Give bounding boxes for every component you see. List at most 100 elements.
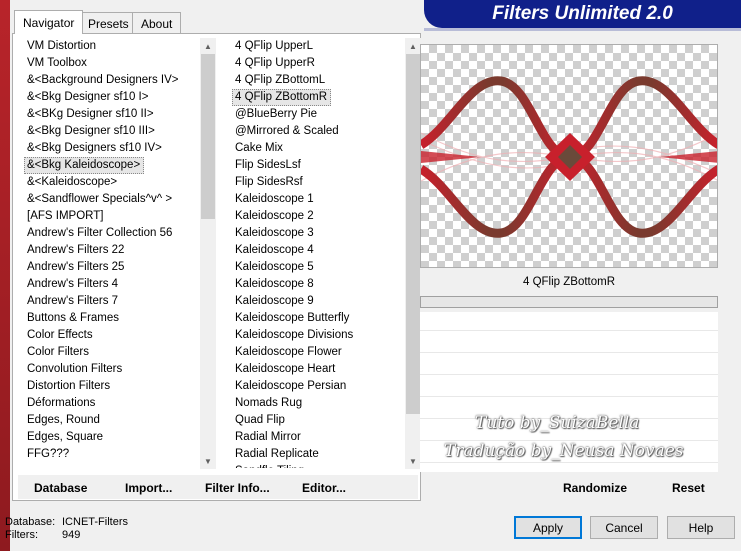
filter-list-item[interactable]: @BlueBerry Pie [232, 106, 404, 123]
filter-list-item[interactable]: Kaleidoscope 2 [232, 208, 404, 225]
window-title: Filters Unlimited 2.0 [492, 3, 673, 24]
category-list-item[interactable]: &<Sandflower Specials^v^ > [24, 191, 199, 208]
database-status-value: ICNET-Filters [62, 516, 128, 528]
category-list-item[interactable]: &<Bkg Designers sf10 IV> [24, 140, 199, 157]
category-list-item[interactable]: &<Bkg Designer sf10 III> [24, 123, 199, 140]
filter-list-item[interactable]: Radial Replicate [232, 446, 404, 463]
randomize-bar: Randomize Reset [420, 475, 730, 499]
category-list-item[interactable]: &<Bkg Designer sf10 I> [24, 89, 199, 106]
category-list-item[interactable]: Color Effects [24, 327, 199, 344]
help-button-label: Help [688, 520, 714, 535]
filters-status-label: Filters: [5, 529, 38, 541]
filter-info-button[interactable]: Filter Info... [205, 481, 270, 495]
filter-scroll-thumb[interactable] [406, 54, 420, 414]
preview-image [421, 76, 717, 238]
category-list[interactable]: VM Distortion VM Toolbox &<Background Desi… [24, 38, 199, 468]
category-list-item[interactable]: Color Filters [24, 344, 199, 361]
category-list-item[interactable]: &<BKg Designer sf10 II> [24, 106, 199, 123]
category-list-item[interactable]: Edges, Round [24, 412, 199, 429]
tab-about[interactable]: About [132, 12, 182, 34]
filter-list-item[interactable]: Kaleidoscope Flower [232, 344, 404, 361]
category-list-item[interactable]: Buttons & Frames [24, 310, 199, 327]
category-list-item[interactable]: Andrew's Filters 7 [24, 293, 199, 310]
filter-list-item[interactable]: 4 QFlip UpperL [232, 38, 404, 55]
divider [420, 396, 718, 397]
apply-button-label: Apply [532, 520, 564, 535]
reset-button[interactable]: Reset [672, 481, 705, 495]
filter-list-item[interactable]: Radial Mirror [232, 429, 404, 446]
scroll-up-icon[interactable]: ▲ [200, 38, 216, 54]
category-list-item[interactable]: &<Background Designers IV> [24, 72, 199, 89]
scroll-up-icon[interactable]: ▲ [405, 38, 421, 54]
progress-bar [420, 296, 718, 308]
filter-list-item[interactable]: Kaleidoscope Heart [232, 361, 404, 378]
filter-list-item[interactable]: Sandflo Tiling [232, 463, 404, 468]
category-list-item[interactable]: &<Bkg Kaleidoscope> [24, 157, 145, 174]
category-list-item[interactable]: Distortion Filters [24, 378, 199, 395]
help-button[interactable]: Help [667, 516, 735, 539]
category-list-item[interactable]: Andrew's Filter Collection 56 [24, 225, 199, 242]
navigator-button-bar: Database Import... Filter Info... Editor… [18, 475, 418, 499]
parameter-area: Tuto by_SuizaBella Tradução by_Neusa Nov… [420, 312, 718, 472]
watermark-line-1: Tuto by_SuizaBella [475, 413, 640, 433]
filter-list-item[interactable]: Kaleidoscope 5 [232, 259, 404, 276]
banner-shadow [424, 28, 741, 31]
filter-list-item[interactable]: Kaleidoscope 8 [232, 276, 404, 293]
filter-list-item[interactable]: 4 QFlip ZBottomL [232, 72, 404, 89]
cancel-button-label: Cancel [605, 520, 643, 535]
filter-list-item[interactable]: @Mirrored & Scaled [232, 123, 404, 140]
category-list-item[interactable]: VM Distortion [24, 38, 199, 55]
editor-button-label: Editor... [302, 481, 347, 495]
filter-list-item[interactable]: Kaleidoscope 4 [232, 242, 404, 259]
category-list-item[interactable]: Déformations [24, 395, 199, 412]
editor-button[interactable]: Editor... [302, 481, 346, 495]
category-list-item[interactable]: FFG??? [24, 446, 199, 463]
tab-navigator[interactable]: Navigator [14, 10, 84, 34]
filter-list-item[interactable]: Quad Flip [232, 412, 404, 429]
category-list-item[interactable]: Andrew's Filters 4 [24, 276, 199, 293]
filter-list-item[interactable]: Kaleidoscope Divisions [232, 327, 404, 344]
title-banner: Filters Unlimited 2.0 [424, 0, 741, 28]
category-scroll-thumb[interactable] [201, 54, 215, 219]
apply-button[interactable]: Apply [514, 516, 582, 539]
category-list-item[interactable]: Convolution Filters [24, 361, 199, 378]
filter-list-item[interactable]: 4 QFlip UpperR [232, 55, 404, 72]
filter-list[interactable]: 4 QFlip UpperL 4 QFlip UpperR 4 QFlip ZBot… [232, 38, 404, 468]
selected-filter-name: 4 QFlip ZBottomR [522, 276, 616, 288]
filter-list-item[interactable]: Flip SidesLsf [232, 157, 404, 174]
scroll-down-icon[interactable]: ▼ [200, 453, 216, 469]
filter-list-item[interactable]: Kaleidoscope 1 [232, 191, 404, 208]
category-list-item[interactable]: [AFS IMPORT] [24, 208, 199, 225]
category-scrollbar[interactable]: ▲ ▼ [200, 38, 216, 469]
category-list-item[interactable]: Andrew's Filters 25 [24, 259, 199, 276]
filters-status-value: 949 [62, 529, 81, 541]
category-list-item[interactable]: VM Toolbox [24, 55, 199, 72]
filter-list-item[interactable]: Cake Mix [232, 140, 404, 157]
filter-list-item[interactable]: Kaleidoscope Butterfly [232, 310, 404, 327]
filter-list-item[interactable]: Kaleidoscope Persian [232, 378, 404, 395]
filter-list-item[interactable]: 4 QFlip ZBottomR [232, 89, 332, 106]
tab-presets[interactable]: Presets [79, 12, 138, 34]
filter-list-item[interactable]: Nomads Rug [232, 395, 404, 412]
category-list-item[interactable]: Andrew's Filters 22 [24, 242, 199, 259]
database-button-label: Database [34, 481, 88, 495]
filters-status: Filters: 949 [5, 529, 80, 541]
scroll-down-icon[interactable]: ▼ [405, 453, 421, 469]
randomize-button-label: Randomize [563, 481, 628, 495]
import-button[interactable]: Import... [125, 481, 172, 495]
randomize-button[interactable]: Randomize [563, 481, 627, 495]
watermark-line-2: Tradução by_Neusa Novaes [444, 441, 684, 461]
database-status-label: Database: [5, 516, 56, 528]
filter-list-item[interactable]: Flip SidesRsf [232, 174, 404, 191]
category-list-item[interactable]: &<Kaleidoscope> [24, 174, 199, 191]
filter-info-button-label: Filter Info... [205, 481, 270, 495]
import-button-label: Import... [125, 481, 173, 495]
cancel-button[interactable]: Cancel [590, 516, 658, 539]
filter-list-item[interactable]: Kaleidoscope 3 [232, 225, 404, 242]
database-button[interactable]: Database [34, 481, 87, 495]
filter-list-item[interactable]: Kaleidoscope 9 [232, 293, 404, 310]
reset-button-label: Reset [672, 481, 705, 495]
database-status: Database: ICNET-Filters [5, 516, 128, 528]
category-list-item[interactable]: Edges, Square [24, 429, 199, 446]
filter-scrollbar[interactable]: ▲ ▼ [405, 38, 421, 469]
